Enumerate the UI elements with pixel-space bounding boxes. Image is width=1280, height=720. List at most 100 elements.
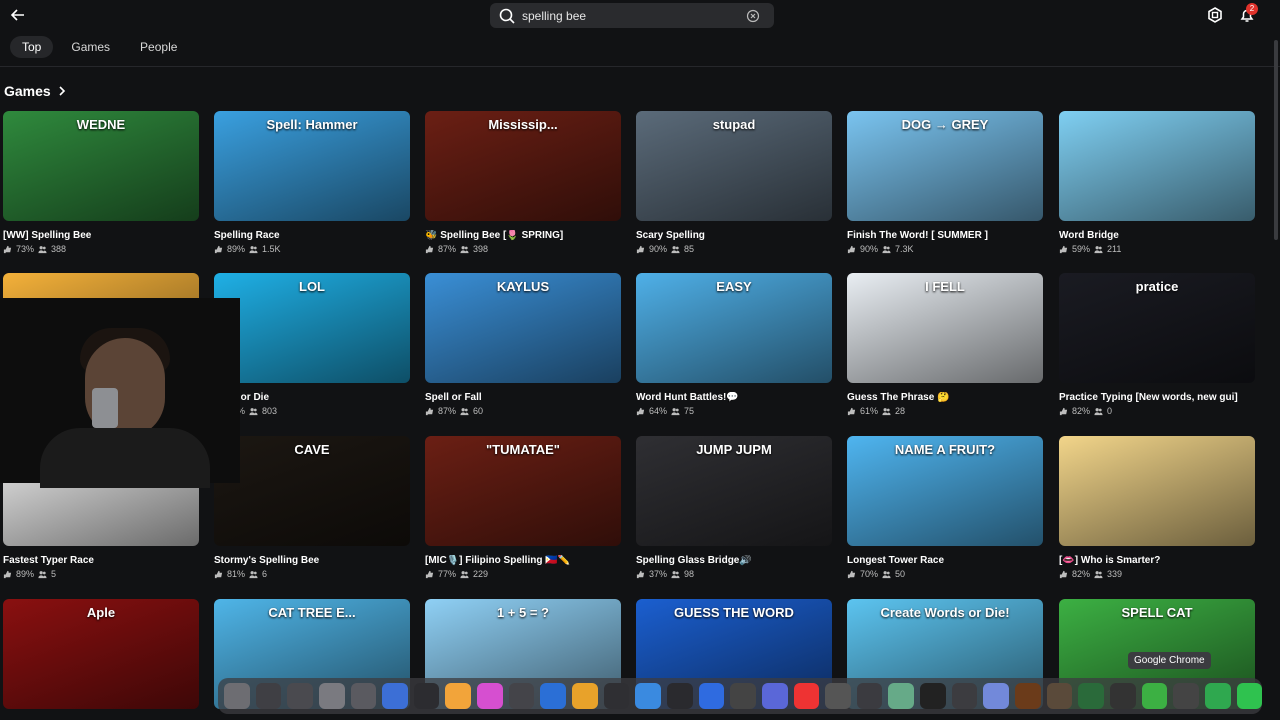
game-card[interactable]: stupad Scary Spelling 90% 85 [636, 111, 832, 254]
game-thumbnail: CAVE [214, 436, 410, 546]
dock-app-icon[interactable] [793, 683, 820, 709]
game-card[interactable]: Aple [3, 599, 199, 709]
dock-app-icon[interactable] [1109, 683, 1136, 709]
players-icon [1094, 245, 1103, 253]
dock-app-icon[interactable] [951, 683, 978, 709]
game-card[interactable]: CAVE Stormy's Spelling Bee 81% 6 [214, 436, 410, 579]
search-input[interactable] [522, 8, 742, 23]
dock-app-icon[interactable] [635, 683, 661, 709]
game-title: Fastest Typer Race [3, 555, 94, 566]
dock-app-icon[interactable] [920, 683, 946, 709]
dock-app-icon[interactable] [698, 683, 725, 709]
game-card[interactable]: Mississip... 🐝 Spelling Bee [🌷 SPRING] 87%… [425, 111, 621, 254]
dock-app-icon[interactable] [1204, 683, 1231, 709]
game-card[interactable]: Spell: Hammer Spelling Race 89% 1.5K [214, 111, 410, 254]
game-thumbnail: WEDNE [3, 111, 199, 221]
game-card[interactable]: DOG → GREY Finish The Word! [ SUMMER ] 90%… [847, 111, 1043, 254]
game-thumbnail: stupad [636, 111, 832, 221]
game-stats: 89% 5 [3, 569, 199, 579]
dock-app-icon[interactable] [255, 683, 282, 709]
thumbnail-caption: WEDNE [76, 117, 126, 132]
dock-app-icon[interactable] [382, 683, 408, 709]
dock-app-icon[interactable] [445, 683, 472, 709]
game-card[interactable]: pratice Practice Typing [New words, new g… [1059, 273, 1255, 416]
dock-app-icon[interactable] [1173, 683, 1199, 709]
page-scrollbar[interactable] [1274, 40, 1278, 240]
thumbs-up-icon [636, 245, 645, 253]
game-card[interactable]: I FELL Guess The Phrase 🤔 61% 28 [847, 273, 1043, 416]
dock-app-icon[interactable] [350, 683, 377, 709]
players-icon [460, 407, 469, 415]
game-card[interactable]: NAME A FRUIT? Longest Tower Race 70% 50 [847, 436, 1043, 579]
game-card[interactable]: WEDNE [WW] Spelling Bee 73% 388 [3, 111, 199, 254]
game-card[interactable]: "TUMATAE" [MIC🎙️] Filipino Spelling 🇵🇭✏️ 7… [425, 436, 621, 579]
macos-dock [218, 678, 1263, 714]
dock-app-icon[interactable] [540, 683, 567, 709]
thumbs-up-icon [636, 570, 645, 578]
dock-app-icon[interactable] [666, 683, 693, 709]
dock-app-icon[interactable] [983, 683, 1010, 709]
game-card[interactable]: Word Bridge 59% 211 [1059, 111, 1255, 254]
game-card[interactable]: LOL Spell or Die 77%803 [214, 273, 410, 416]
dock-app-icon[interactable] [1015, 683, 1041, 709]
game-players: 75 [684, 406, 695, 416]
players-icon [1094, 570, 1103, 578]
back-button[interactable] [8, 5, 28, 25]
games-section-header[interactable]: Games [4, 83, 67, 99]
game-rating: 87% [438, 244, 457, 254]
robux-icon[interactable] [1206, 6, 1224, 24]
tab-games[interactable]: Games [59, 36, 122, 58]
webcam-person-shirt [40, 428, 210, 488]
dock-app-icon[interactable] [730, 683, 756, 709]
dock-app-icon[interactable] [1046, 683, 1073, 709]
players-icon [249, 570, 258, 578]
dock-app-icon[interactable] [224, 683, 250, 709]
dock-app-icon[interactable] [318, 683, 345, 709]
game-title: [WW] Spelling Bee [3, 230, 92, 241]
dock-app-icon[interactable] [856, 683, 883, 709]
dock-app-icon[interactable] [1078, 683, 1104, 709]
tab-people[interactable]: People [128, 36, 189, 58]
dock-app-icon[interactable] [287, 683, 313, 709]
dock-app-icon[interactable] [888, 683, 915, 709]
game-players: 85 [684, 244, 695, 254]
game-title: Spelling Race [214, 230, 280, 241]
game-players: 98 [684, 569, 695, 579]
game-card[interactable]: KAYLUS Spell or Fall 87% 60 [425, 273, 621, 416]
game-rating: 90% [649, 244, 668, 254]
game-stats: 73% 388 [3, 244, 199, 254]
game-thumbnail: Spell: Hammer [214, 111, 410, 221]
game-stats: 87% 398 [425, 244, 621, 254]
webcam-overlay [0, 298, 240, 488]
game-rating: 90% [860, 244, 879, 254]
thumbs-up-icon [425, 407, 434, 415]
dock-app-icon[interactable] [761, 683, 788, 709]
dock-app-icon[interactable] [1141, 683, 1168, 709]
game-rating: 61% [860, 406, 879, 416]
thumbnail-caption: pratice [1135, 279, 1179, 294]
back-arrow-icon [10, 9, 24, 21]
game-card[interactable]: [👄] Who is Smarter? 82% 339 [1059, 436, 1255, 579]
game-title: Scary Spelling [636, 230, 705, 241]
dock-app-icon[interactable] [508, 683, 535, 709]
game-thumbnail: KAYLUS [425, 273, 621, 383]
game-title: Longest Tower Race [847, 555, 945, 566]
game-stats: 89% 1.5K [214, 244, 410, 254]
tabs-divider [0, 66, 1280, 67]
dock-app-icon[interactable] [572, 683, 598, 709]
clear-search-icon[interactable] [746, 9, 760, 23]
tab-top[interactable]: Top [10, 36, 54, 58]
game-players: 60 [473, 406, 484, 416]
dock-app-icon[interactable] [477, 683, 503, 709]
dock-app-icon[interactable] [1236, 683, 1263, 709]
game-card[interactable]: JUMP JUPM Spelling Glass Bridge🔊 37% 98 [636, 436, 832, 579]
thumbs-up-icon [847, 407, 856, 415]
dock-app-icon[interactable] [413, 683, 440, 709]
dock-app-icon[interactable] [825, 683, 851, 709]
game-thumbnail [1059, 436, 1255, 546]
game-thumbnail [1059, 111, 1255, 221]
players-icon [38, 570, 47, 578]
game-card[interactable]: EASY Word Hunt Battles!💬 64% 75 [636, 273, 832, 416]
search-bar[interactable] [490, 3, 774, 28]
dock-app-icon[interactable] [603, 683, 630, 709]
